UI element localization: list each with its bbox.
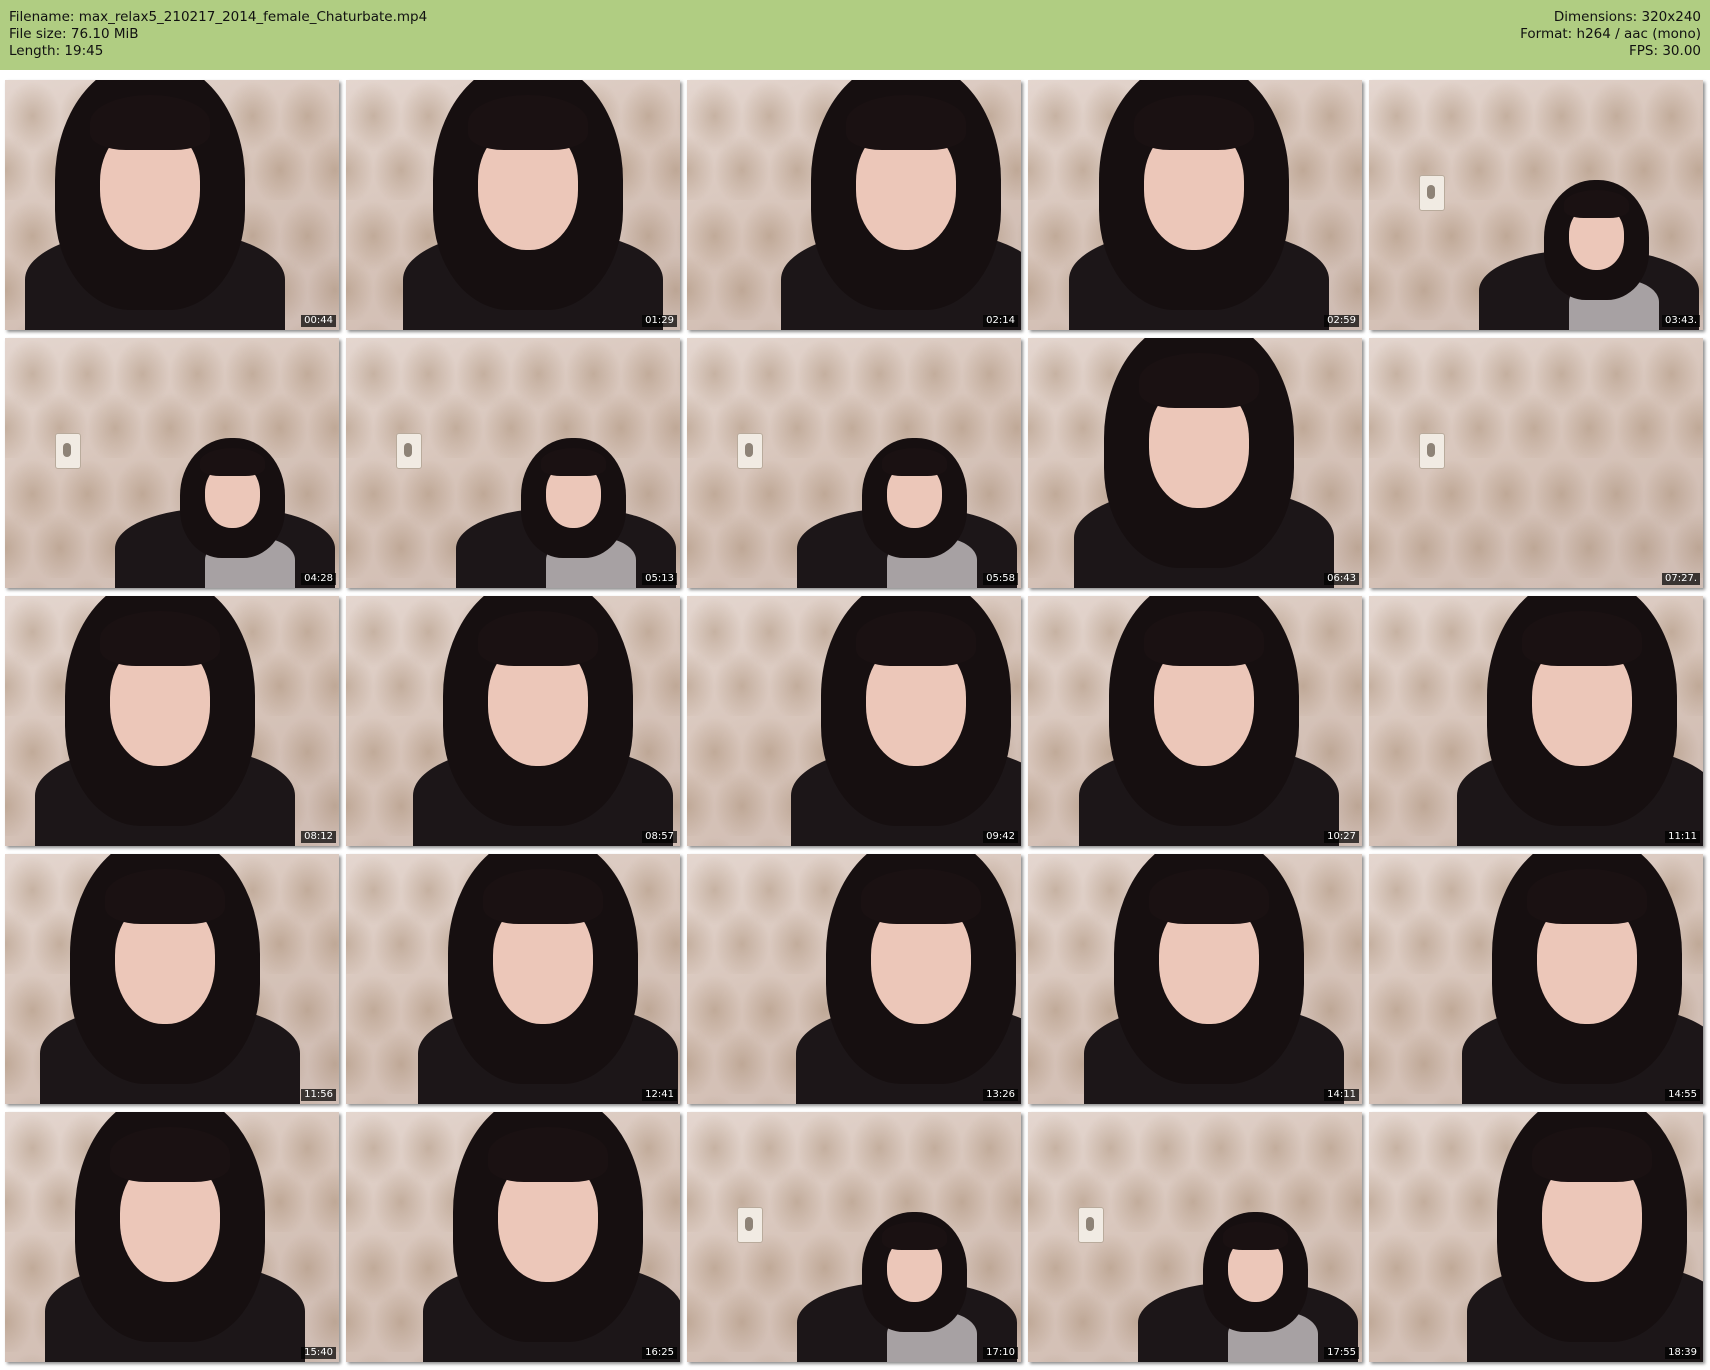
thumbnail-timestamp: 04:28 (301, 573, 336, 585)
thumbnail-timestamp: 11:11 (1665, 831, 1700, 843)
video-thumbnail: 16:25 (346, 1112, 680, 1362)
video-thumbnail: 02:59 (1028, 80, 1362, 330)
thumbnail-timestamp: 08:12 (301, 831, 336, 843)
info-header: Filename: max_relax5_210217_2014_female_… (0, 0, 1710, 70)
video-thumbnail: 14:55 (1369, 854, 1703, 1104)
thumbnail-timestamp: 10:27 (1324, 831, 1359, 843)
thumbnail-timestamp: 17:55 (1324, 1347, 1359, 1359)
video-thumbnail: 17:10 (687, 1112, 1021, 1362)
wall-socket (396, 433, 422, 469)
length-label: Length: 19:45 (9, 43, 104, 59)
video-thumbnail: 18:39 (1369, 1112, 1703, 1362)
filesize-label: File size: 76.10 MiB (9, 26, 139, 42)
video-thumbnail: 17:55 (1028, 1112, 1362, 1362)
wall-socket (737, 433, 763, 469)
video-thumbnail: 11:11 (1369, 596, 1703, 846)
dimensions-label: Dimensions: 320x240 (1553, 9, 1701, 25)
video-thumbnail: 08:12 (5, 596, 339, 846)
video-thumbnail: 14:11 (1028, 854, 1362, 1104)
video-thumbnail: 10:27 (1028, 596, 1362, 846)
thumbnail-timestamp: 13:26 (983, 1089, 1018, 1101)
wall-socket (1078, 1207, 1104, 1243)
video-thumbnail: 03:43. (1369, 80, 1703, 330)
video-thumbnail: 01:29 (346, 80, 680, 330)
video-thumbnail: 00:44 (5, 80, 339, 330)
thumbnail-timestamp: 01:29 (642, 315, 677, 327)
video-thumbnail: 12:41 (346, 854, 680, 1104)
thumbnail-grid: 00:44 01:29 02:14 02:59 03:43. 04:28 05:13 05:5… (5, 80, 1705, 1365)
wall-socket (1419, 175, 1445, 211)
thumbnail-timestamp: 15:40 (301, 1347, 336, 1359)
wall-socket (55, 433, 81, 469)
thumbnail-timestamp: 08:57 (642, 831, 677, 843)
video-thumbnail: 11:56 (5, 854, 339, 1104)
thumbnail-timestamp: 17:10 (983, 1347, 1018, 1359)
video-thumbnail: 04:28 (5, 338, 339, 588)
thumbnail-timestamp: 18:39 (1665, 1347, 1700, 1359)
video-thumbnail: 02:14 (687, 80, 1021, 330)
thumbnail-timestamp: 05:13 (642, 573, 677, 585)
video-thumbnail: 06:43 (1028, 338, 1362, 588)
thumbnail-timestamp: 00:44 (301, 315, 336, 327)
filename-label: Filename: max_relax5_210217_2014_female_… (9, 9, 428, 25)
thumbnail-timestamp: 12:41 (642, 1089, 677, 1101)
thumbnail-timestamp: 03:43. (1662, 315, 1700, 327)
format-label: Format: h264 / aac (mono) (1520, 26, 1701, 42)
thumbnail-timestamp: 02:14 (983, 315, 1018, 327)
video-thumbnail: 05:58 (687, 338, 1021, 588)
thumbnail-timestamp: 14:11 (1324, 1089, 1359, 1101)
fps-label: FPS: 30.00 (1629, 43, 1701, 59)
thumbnail-timestamp: 16:25 (642, 1347, 677, 1359)
stream-info: Dimensions: 320x240 Format: h264 / aac (… (1520, 9, 1701, 60)
video-thumbnail: 08:57 (346, 596, 680, 846)
file-info: Filename: max_relax5_210217_2014_female_… (9, 9, 427, 60)
thumbnail-timestamp: 14:55 (1665, 1089, 1700, 1101)
video-thumbnail: 07:27. (1369, 338, 1703, 588)
wall-socket (1419, 433, 1445, 469)
thumbnail-timestamp: 07:27. (1662, 573, 1700, 585)
thumbnail-timestamp: 11:56 (301, 1089, 336, 1101)
thumbnail-timestamp: 09:42 (983, 831, 1018, 843)
video-thumbnail: 13:26 (687, 854, 1021, 1104)
thumbnail-timestamp: 06:43 (1324, 573, 1359, 585)
wall-socket (737, 1207, 763, 1243)
thumbnail-timestamp: 02:59 (1324, 315, 1359, 327)
thumbnail-timestamp: 05:58 (983, 573, 1018, 585)
video-thumbnail: 05:13 (346, 338, 680, 588)
video-thumbnail: 09:42 (687, 596, 1021, 846)
video-thumbnail: 15:40 (5, 1112, 339, 1362)
